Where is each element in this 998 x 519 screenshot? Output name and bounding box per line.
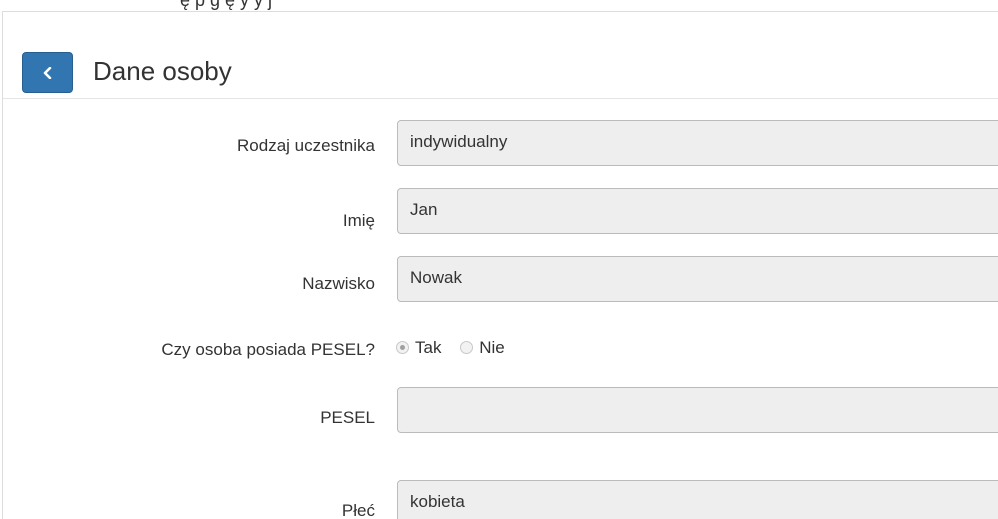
- top-cropped-text: ę p g ę y y j: [180, 0, 273, 10]
- nazwisko-label: Nazwisko: [302, 274, 375, 293]
- panel-header: Dane osoby: [3, 12, 998, 99]
- person-data-panel: Dane osoby Rodzaj uczestnika indywidualn…: [2, 11, 998, 519]
- imie-label: Imię: [342, 211, 375, 230]
- pesel-field[interactable]: [397, 387, 998, 433]
- pesel-radio-group: Tak Nie: [396, 337, 519, 358]
- pesel-question-label: Czy osoba posiada PESEL?: [161, 340, 375, 359]
- chevron-left-icon: [43, 67, 52, 79]
- page-title: Dane osoby: [93, 56, 232, 86]
- page: ę p g ę y y j Dane osoby Rodzaj uczestni…: [0, 0, 998, 519]
- radio-tak-label[interactable]: Tak: [415, 338, 441, 358]
- rodzaj-uczestnika-field[interactable]: indywidualny: [397, 120, 998, 166]
- pesel-label: PESEL: [320, 408, 375, 427]
- radio-nie-label[interactable]: Nie: [479, 338, 505, 358]
- plec-label: Płeć: [341, 501, 375, 519]
- radio-nie[interactable]: [460, 341, 474, 355]
- imie-field[interactable]: Jan: [397, 188, 998, 234]
- radio-tak[interactable]: [396, 341, 409, 355]
- back-button[interactable]: [22, 52, 73, 93]
- nazwisko-field[interactable]: Nowak: [397, 256, 998, 302]
- plec-field[interactable]: kobieta: [397, 480, 998, 519]
- rodzaj-uczestnika-label: Rodzaj uczestnika: [237, 136, 375, 155]
